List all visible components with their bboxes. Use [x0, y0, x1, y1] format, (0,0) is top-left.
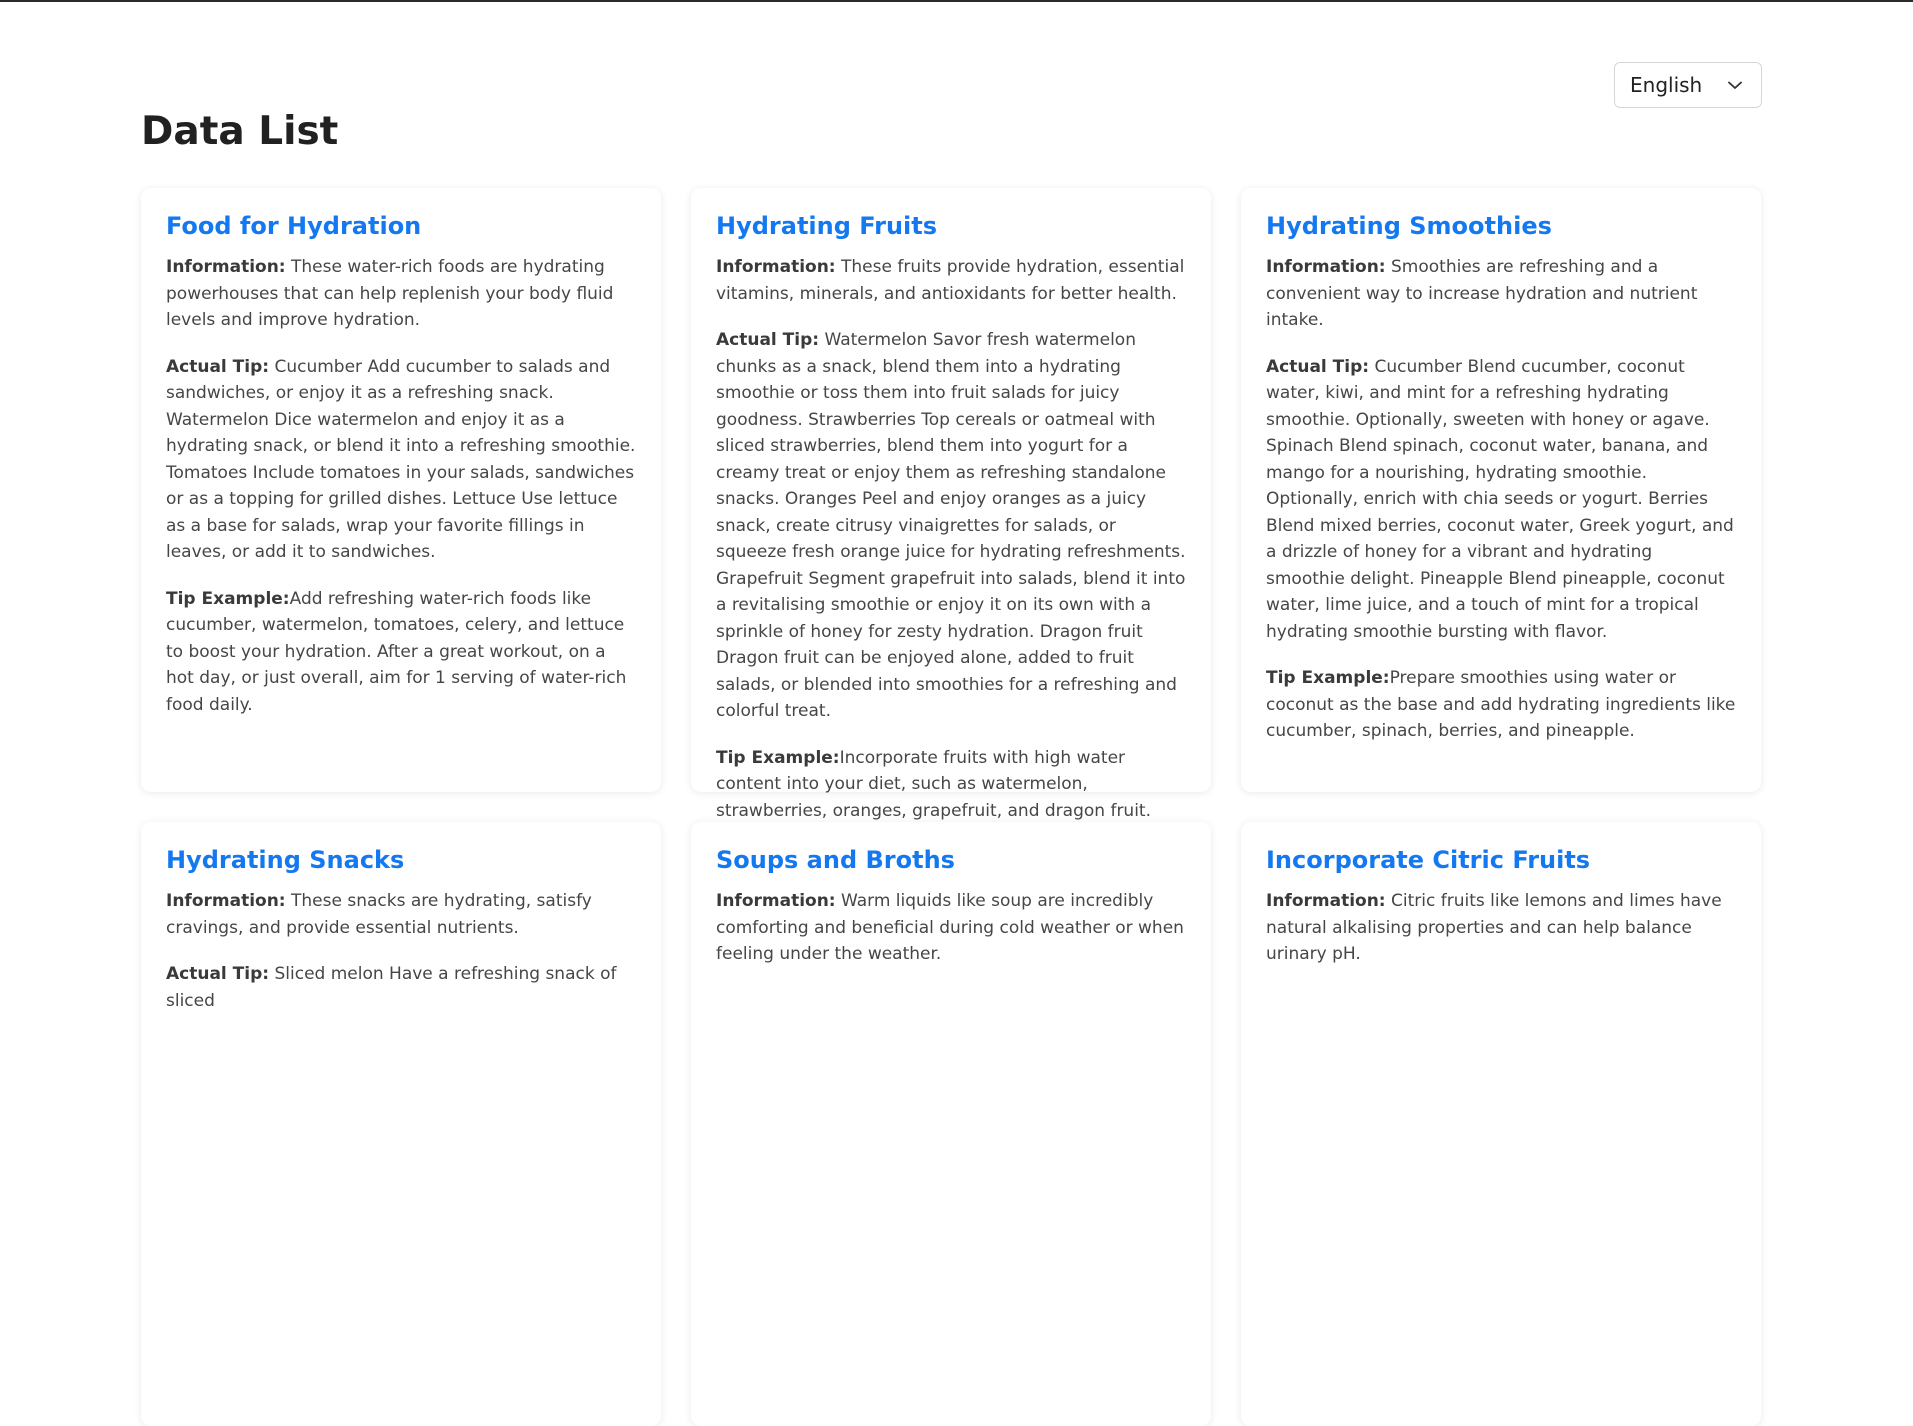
card: Soups and Broths Information: Warm liqui…	[691, 822, 1211, 1426]
card-information: Information: These fruits provide hydrat…	[716, 254, 1186, 307]
card-title[interactable]: Hydrating Fruits	[716, 210, 1186, 242]
card-tip-example: Tip Example:Prepare smoothies using wate…	[1266, 665, 1736, 745]
card-tip-example: Tip Example:Incorporate fruits with high…	[716, 745, 1186, 825]
actual-tip-label: Actual Tip:	[716, 330, 820, 350]
actual-tip-label: Actual Tip:	[1266, 356, 1370, 377]
card: Hydrating Fruits Information: These frui…	[691, 188, 1211, 821]
card-title[interactable]: Soups and Broths	[716, 844, 1186, 876]
page-title: Data List	[141, 109, 339, 154]
card-actual-tip: Actual Tip: Sliced melon Have a refreshi…	[166, 961, 636, 1014]
actual-tip-text: Cucumber Blend cucumber, coconut water, …	[1266, 356, 1734, 642]
card-title[interactable]: Hydrating Snacks	[166, 844, 636, 876]
tip-example-label: Tip Example:	[716, 747, 840, 768]
language-select[interactable]: English	[1614, 62, 1762, 108]
information-label: Information:	[716, 257, 836, 277]
card-actual-tip: Actual Tip: Cucumber Add cucumber to sal…	[166, 354, 636, 566]
information-label: Information:	[1266, 891, 1386, 911]
card-title[interactable]: Food for Hydration	[166, 210, 636, 242]
card-information: Information: Smoothies are refreshing an…	[1266, 254, 1736, 334]
card-tip-example: Tip Example:Add refreshing water-rich fo…	[166, 586, 636, 719]
tip-example-label: Tip Example:	[166, 588, 290, 609]
card: Hydrating Snacks Information: These snac…	[141, 822, 661, 1426]
actual-tip-label: Actual Tip:	[166, 964, 270, 984]
information-label: Information:	[716, 891, 836, 911]
chevron-down-icon	[1727, 77, 1743, 93]
card-actual-tip: Actual Tip: Watermelon Savor fresh water…	[716, 327, 1186, 725]
card-information: Information: Citric fruits like lemons a…	[1266, 888, 1736, 968]
card: Hydrating Smoothies Information: Smoothi…	[1241, 188, 1761, 792]
information-label: Information:	[1266, 257, 1386, 277]
information-label: Information:	[166, 891, 286, 911]
language-select-value: English	[1630, 73, 1703, 97]
actual-tip-label: Actual Tip:	[166, 356, 270, 377]
actual-tip-text: Cucumber Add cucumber to salads and sand…	[166, 356, 636, 563]
card-title[interactable]: Hydrating Smoothies	[1266, 210, 1736, 242]
information-label: Information:	[166, 257, 286, 277]
card-actual-tip: Actual Tip: Cucumber Blend cucumber, coc…	[1266, 354, 1736, 646]
tip-example-label: Tip Example:	[1266, 668, 1390, 688]
card: Incorporate Citric Fruits Information: C…	[1241, 822, 1761, 1426]
card: Food for Hydration Information: These wa…	[141, 188, 661, 792]
card-information: Information: Warm liquids like soup are …	[716, 888, 1186, 968]
card-title[interactable]: Incorporate Citric Fruits	[1266, 844, 1736, 876]
card-information: Information: These snacks are hydrating,…	[166, 888, 636, 941]
card-information: Information: These water-rich foods are …	[166, 254, 636, 334]
card-grid: Food for Hydration Information: These wa…	[141, 188, 1762, 1426]
actual-tip-text: Watermelon Savor fresh watermelon chunks…	[716, 330, 1186, 721]
